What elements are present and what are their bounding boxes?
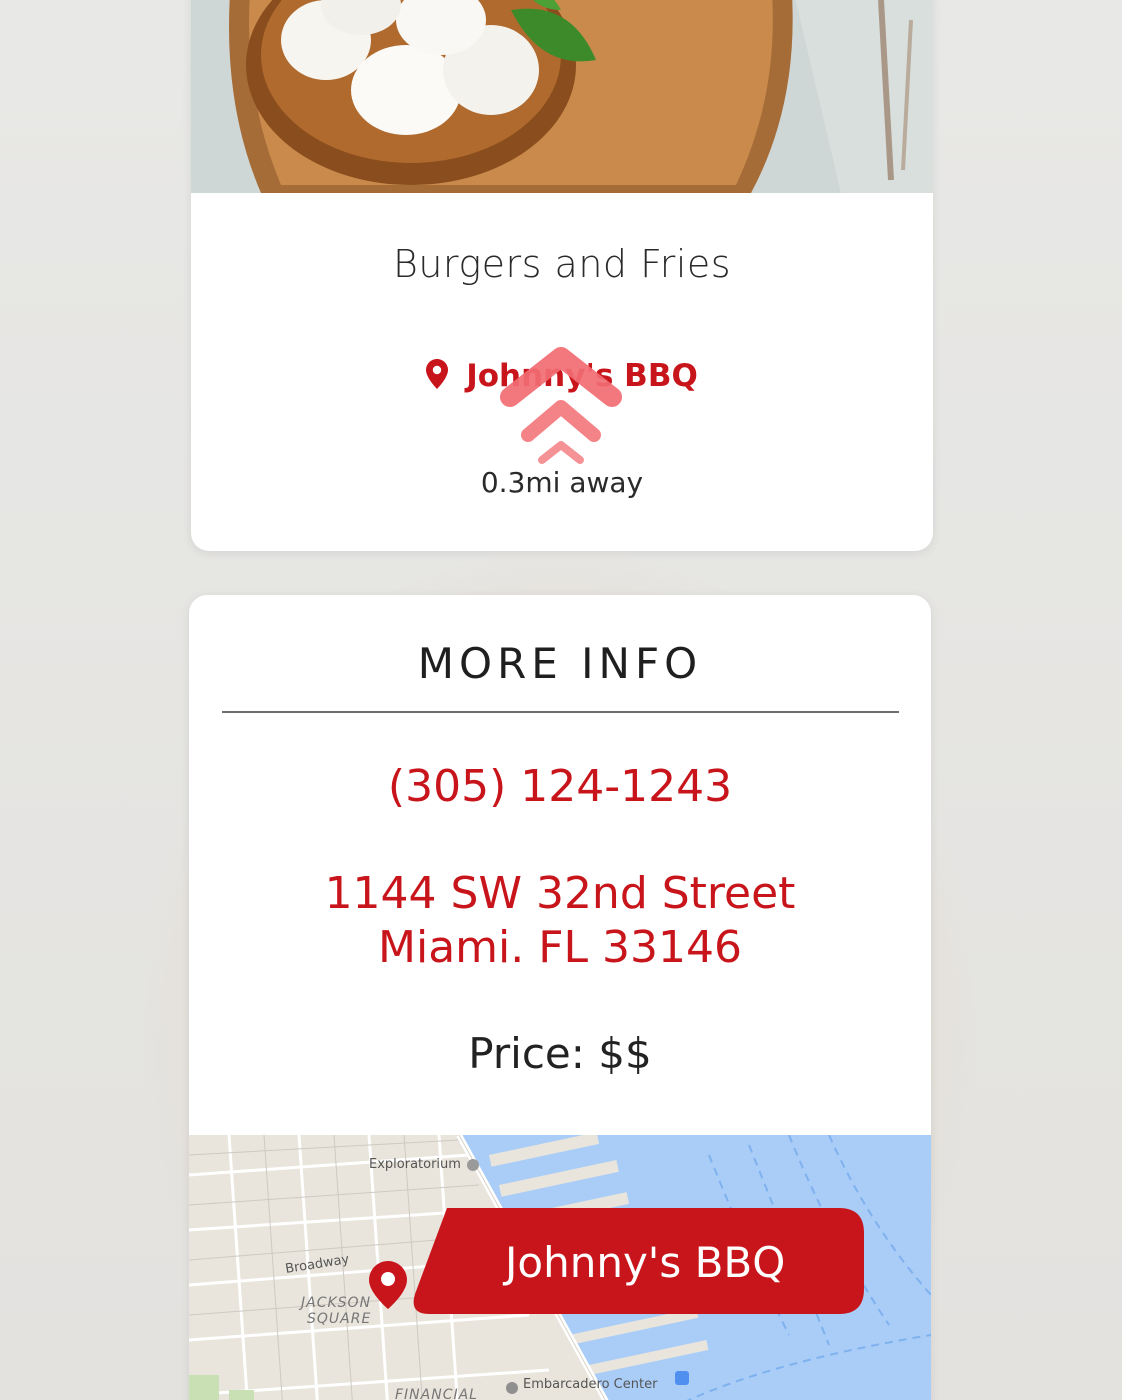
location-map[interactable]: Exploratorium Broadway JACKSON SQUARE Em… [189, 1135, 931, 1400]
divider [222, 711, 899, 713]
double-chevron-up-icon[interactable] [496, 345, 626, 475]
more-info-title: MORE INFO [417, 639, 703, 688]
map-label-embarcadero: Embarcadero Center [523, 1377, 658, 1392]
map-callout-label: Johnny's BBQ [505, 1238, 786, 1287]
price-text: Price: $$ [468, 1029, 652, 1078]
map-label-jackson: JACKSON [301, 1295, 372, 1311]
map-label-financial: FINANCIAL [395, 1387, 478, 1400]
address-link[interactable]: 1144 SW 32nd Street Miami. FL 33146 [189, 867, 931, 975]
dish-card[interactable]: Burgers and Fries Johnny's BBQ 0.3mi awa… [191, 0, 933, 551]
map-label-exploratorium: Exploratorium [369, 1157, 461, 1172]
map-pin-icon [426, 359, 449, 389]
phone-link[interactable]: (305) 124-1243 [189, 761, 931, 812]
address-line-1: 1144 SW 32nd Street [324, 868, 796, 919]
map-label-square: SQUARE [307, 1311, 372, 1327]
more-info-card: MORE INFO (305) 124-1243 1144 SW 32nd St… [189, 595, 931, 1400]
map-marker-icon[interactable] [369, 1261, 407, 1309]
address-line-2: Miami. FL 33146 [378, 922, 742, 973]
dish-name: Burgers and Fries [392, 242, 732, 286]
dish-photo [191, 0, 933, 193]
map-callout-button[interactable]: Johnny's BBQ [409, 1208, 864, 1314]
